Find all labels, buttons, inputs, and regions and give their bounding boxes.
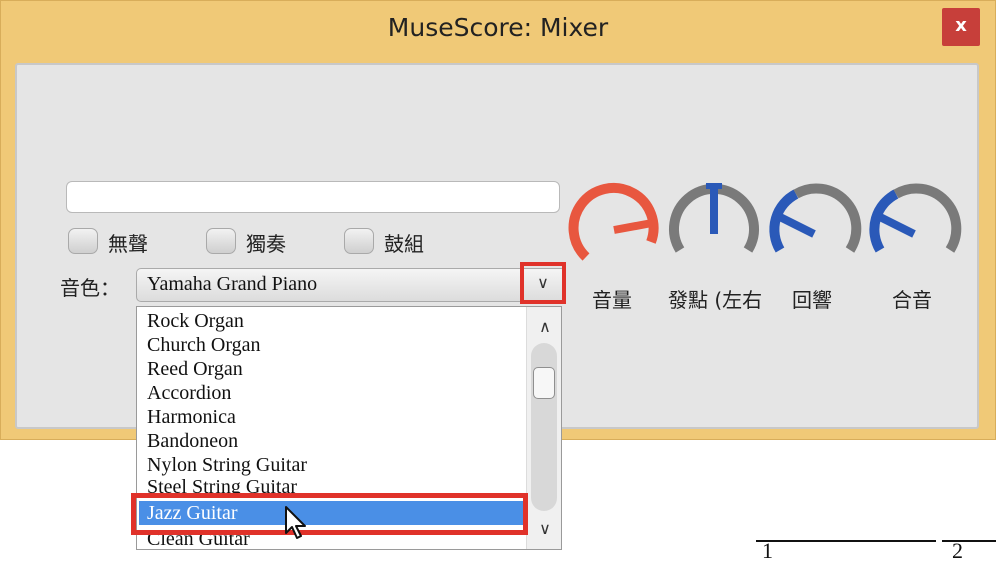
list-item[interactable]: Church Organ <box>147 333 261 357</box>
title-bar[interactable]: MuseScore: Mixer x <box>1 1 995 57</box>
list-item[interactable]: Reed Organ <box>147 357 243 381</box>
volume-label: 音量 <box>592 288 632 312</box>
drumset-label: 鼓組 <box>384 232 424 256</box>
solo-label: 獨奏 <box>246 232 286 256</box>
mute-label: 無聲 <box>108 232 148 256</box>
pan-knob-icon[interactable] <box>666 180 762 276</box>
selection-callout <box>131 493 528 535</box>
list-item[interactable]: Accordion <box>147 381 231 405</box>
list-item[interactable]: Nylon String Guitar <box>147 453 307 477</box>
chevron-down-icon[interactable]: ∨ <box>520 262 566 304</box>
mute-checkbox-box[interactable] <box>68 228 98 254</box>
sound-label: 音色： <box>60 276 120 300</box>
solo-checkbox-box[interactable] <box>206 228 236 254</box>
reverb-knob-icon[interactable] <box>766 180 862 276</box>
list-item[interactable]: Rock Organ <box>147 309 244 333</box>
reverb-label: 回響 <box>792 288 832 312</box>
channel-name-input[interactable] <box>66 181 560 213</box>
scroll-up-icon[interactable]: ∧ <box>535 317 555 337</box>
close-button[interactable]: x <box>942 8 980 46</box>
scroll-down-icon[interactable]: ∨ <box>535 519 555 539</box>
volume-knob-icon[interactable] <box>566 180 662 276</box>
chorus-label: 合音 <box>892 288 932 312</box>
list-item[interactable]: Bandoneon <box>147 429 238 453</box>
list-scrollbar[interactable]: ∧ ∨ <box>526 307 561 549</box>
window-title: MuseScore: Mixer <box>387 13 609 42</box>
sound-combobox[interactable]: Yamaha Grand Piano <box>136 268 566 302</box>
mouse-cursor-icon <box>285 506 306 539</box>
staff-line <box>756 540 936 542</box>
pan-label: 發點 (左右 <box>668 288 763 312</box>
scroll-thumb[interactable] <box>533 367 555 399</box>
sound-selected-value: Yamaha Grand Piano <box>147 273 318 295</box>
chorus-knob-icon[interactable] <box>866 180 962 276</box>
drumset-checkbox-box[interactable] <box>344 228 374 254</box>
list-item[interactable]: Harmonica <box>147 405 236 429</box>
staff-line <box>942 540 996 542</box>
